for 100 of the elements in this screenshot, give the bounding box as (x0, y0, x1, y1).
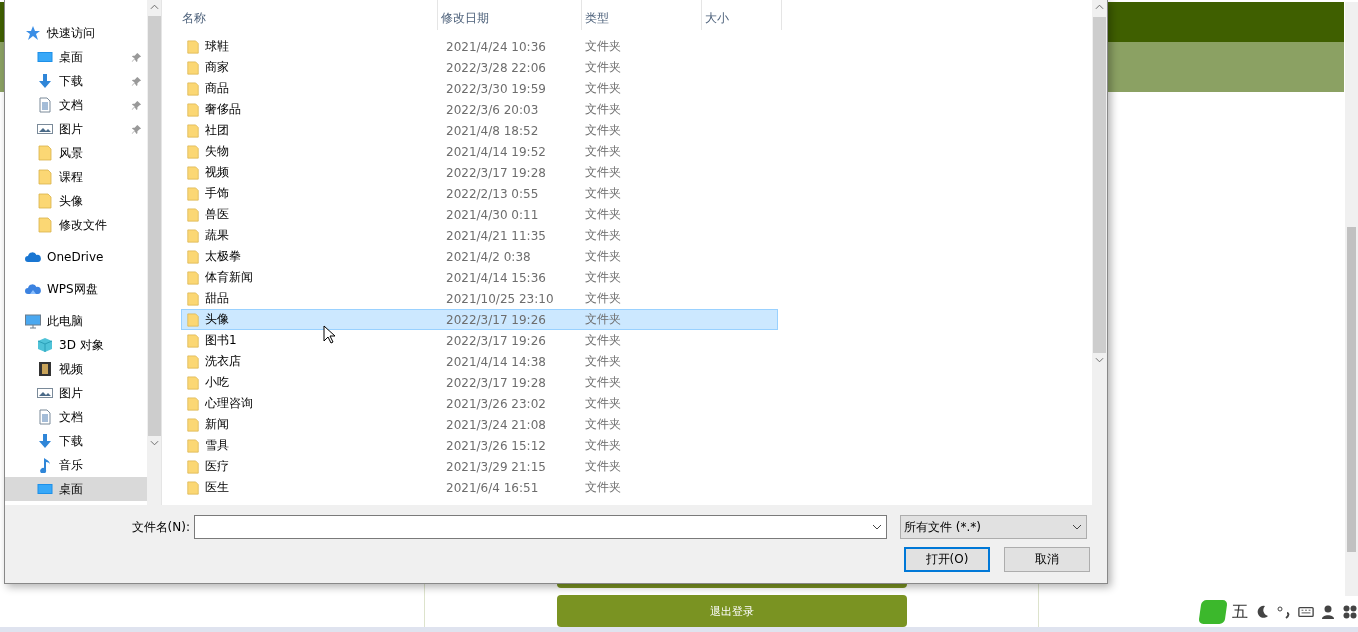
file-row[interactable]: 新闻 2021/3/24 21:08 文件夹 (181, 414, 778, 435)
scroll-up-icon[interactable] (1095, 4, 1104, 10)
type-cell-text: 文件夹 (585, 122, 622, 139)
column-header[interactable]: 类型 (582, 0, 702, 30)
sidebar-item[interactable]: 桌面 (5, 45, 147, 69)
file-name[interactable]: 医生 (205, 479, 229, 496)
type-cell-text: 文件夹 (585, 59, 622, 76)
file-name[interactable]: 商品 (205, 80, 229, 97)
file-name[interactable]: 失物 (205, 143, 229, 160)
scrollbar[interactable] (1092, 0, 1107, 505)
sidebar-item[interactable]: OneDrive (5, 245, 147, 269)
file-type-dropdown[interactable]: 所有文件 (*.*) (900, 515, 1087, 539)
file-row[interactable]: 手饰 2022/2/13 0:55 文件夹 (181, 183, 778, 204)
sidebar-item[interactable]: 音乐 (5, 453, 147, 477)
file-row[interactable]: 医疗 2021/3/29 21:15 文件夹 (181, 456, 778, 477)
selected-row[interactable]: 头像 2022/3/17 19:26 文件夹 (181, 309, 778, 330)
file-row[interactable]: 兽医 2021/4/30 0:11 文件夹 (181, 204, 778, 225)
file-row[interactable]: 甜品 2021/10/25 23:10 文件夹 (181, 288, 778, 309)
input-mode-toggle[interactable]: 五 (1232, 601, 1248, 623)
file-name[interactable]: 视频 (205, 164, 229, 181)
sidebar-item[interactable]: 风景 (5, 141, 147, 165)
file-row[interactable]: 小吃 2022/3/17 19:28 文件夹 (181, 372, 778, 393)
file-row[interactable]: 雪具 2021/3/26 15:12 文件夹 (181, 435, 778, 456)
file-name[interactable]: 社团 (205, 122, 229, 139)
folder-icon (186, 332, 200, 349)
file-name[interactable]: 蔬果 (205, 227, 229, 244)
sidebar-item[interactable]: WPS网盘 (5, 277, 147, 301)
punctuation-icon[interactable] (1276, 604, 1292, 620)
file-name[interactable]: 小吃 (205, 374, 229, 391)
column-header[interactable]: 修改日期 (438, 0, 582, 30)
file-row[interactable]: 奢侈品 2022/3/6 20:03 文件夹 (181, 99, 778, 120)
sidebar-item[interactable]: 课程 (5, 165, 147, 189)
file-row[interactable]: 社团 2021/4/8 18:52 文件夹 (181, 120, 778, 141)
sidebar-item[interactable]: 图片 (5, 381, 147, 405)
file-name[interactable]: 手饰 (205, 185, 229, 202)
file-name[interactable]: 体育新闻 (205, 269, 253, 286)
type-cell-text: 文件夹 (585, 80, 622, 97)
file-row[interactable]: 心理咨询 2021/3/26 23:02 文件夹 (181, 393, 778, 414)
column-header[interactable]: 名称 (179, 0, 438, 30)
file-name[interactable]: 头像 (205, 311, 229, 328)
file-row[interactable]: 太极拳 2021/4/2 0:38 文件夹 (181, 246, 778, 267)
scroll-down-icon[interactable] (149, 440, 159, 446)
date-cell-text: 2022/3/28 22:06 (445, 60, 547, 75)
sidebar-item[interactable]: 3D 对象 (5, 333, 147, 357)
sidebar-item[interactable]: 桌面 (5, 477, 147, 501)
grid-icon[interactable] (1342, 604, 1358, 620)
file-name[interactable]: 奢侈品 (205, 101, 241, 118)
file-name[interactable]: 商家 (205, 59, 229, 76)
open-button[interactable]: 打开(O) (904, 547, 990, 572)
keyboard-icon[interactable] (1298, 604, 1314, 620)
sidebar-item[interactable]: 图片 (5, 117, 147, 141)
type-cell-text: 文件夹 (585, 458, 622, 475)
folder-icon (186, 80, 200, 97)
file-row[interactable]: 视频 2022/3/17 19:28 文件夹 (181, 162, 778, 183)
file-name[interactable]: 太极拳 (205, 248, 241, 265)
file-name[interactable]: 甜品 (205, 290, 229, 307)
sidebar-item[interactable]: 下载 (5, 429, 147, 453)
file-name[interactable]: 新闻 (205, 416, 229, 433)
type-cell-text: 文件夹 (585, 248, 622, 265)
file-name[interactable]: 图书1 (205, 332, 237, 349)
sidebar-item[interactable]: 视频 (5, 357, 147, 381)
cancel-button[interactable]: 取消 (1004, 547, 1090, 572)
sidebar-item[interactable]: 文档 (5, 405, 147, 429)
filename-field[interactable] (194, 515, 887, 539)
file-name[interactable]: 兽医 (205, 206, 229, 223)
date-cell-text: 2021/4/14 19:52 (445, 144, 547, 159)
file-row[interactable]: 商家 2022/3/28 22:06 文件夹 (181, 57, 778, 78)
file-name[interactable]: 球鞋 (205, 38, 229, 55)
scrollbar[interactable] (1345, 2, 1358, 596)
sidebar-item[interactable]: 头像 (5, 189, 147, 213)
user-icon[interactable] (1320, 604, 1336, 620)
folder-icon (186, 458, 200, 475)
sidebar-item[interactable]: 此电脑 (5, 309, 147, 333)
ime-logo-icon[interactable] (1198, 600, 1228, 624)
date-cell-text: 2022/3/6 20:03 (445, 102, 540, 117)
scrollbar[interactable] (147, 0, 161, 505)
date-cell-text: 2021/4/21 11:35 (445, 228, 547, 243)
sidebar-item[interactable]: 快速访问 (5, 21, 147, 45)
file-row[interactable]: 蔬果 2021/4/21 11:35 文件夹 (181, 225, 778, 246)
file-name[interactable]: 洗衣店 (205, 353, 241, 370)
desktop-icon (37, 49, 53, 65)
cloud-icon (25, 281, 41, 297)
file-row[interactable]: 洗衣店 2021/4/14 14:38 文件夹 (181, 351, 778, 372)
file-name[interactable]: 医疗 (205, 458, 229, 475)
scroll-up-icon[interactable] (149, 4, 159, 10)
file-row[interactable]: 体育新闻 2021/4/14 15:36 文件夹 (181, 267, 778, 288)
sidebar-item[interactable]: 修改文件 (5, 213, 147, 237)
file-row[interactable]: 球鞋 2021/4/24 10:36 文件夹 (181, 36, 778, 57)
scroll-down-icon[interactable] (1095, 357, 1104, 363)
sidebar-item[interactable]: 文档 (5, 93, 147, 117)
file-name[interactable]: 心理咨询 (205, 395, 253, 412)
folder-icon (37, 193, 53, 209)
sidebar-item[interactable]: 下载 (5, 69, 147, 93)
file-name[interactable]: 雪具 (205, 437, 229, 454)
file-row[interactable]: 图书1 2022/3/17 19:26 文件夹 (181, 330, 778, 351)
file-row[interactable]: 失物 2021/4/14 19:52 文件夹 (181, 141, 778, 162)
file-row[interactable]: 医生 2021/6/4 16:51 文件夹 (181, 477, 778, 498)
column-header[interactable]: 大小 (702, 0, 782, 30)
folder-icon (186, 122, 200, 139)
file-row[interactable]: 商品 2022/3/30 19:59 文件夹 (181, 78, 778, 99)
